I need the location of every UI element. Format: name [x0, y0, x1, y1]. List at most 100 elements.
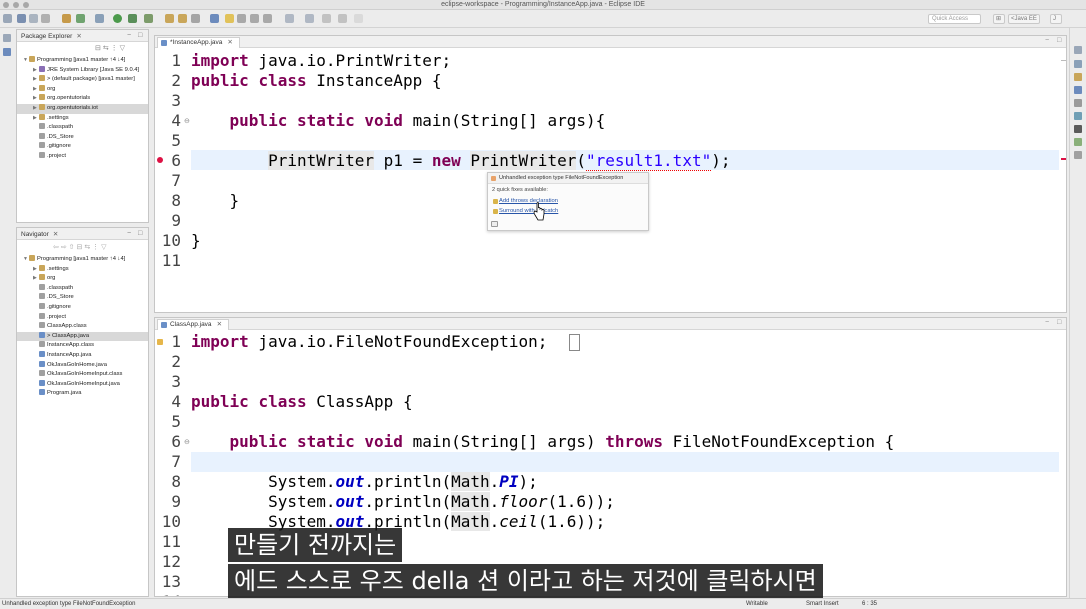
new-class-icon[interactable] [178, 14, 187, 23]
minimize-icon[interactable]: − [127, 230, 131, 237]
open-task-icon[interactable] [191, 14, 200, 23]
search-icon[interactable] [210, 14, 219, 23]
overview-mark[interactable] [1061, 60, 1066, 61]
tree-item[interactable]: ▼ Programming [java1 master ↑4 ↓4] [17, 56, 148, 66]
tree-item[interactable]: .DS_Store [17, 293, 148, 303]
tree-item[interactable]: InstanceApp.class [17, 341, 148, 351]
code-line[interactable]: import java.io.PrintWriter; [191, 51, 451, 71]
view-menu-icon[interactable]: ⋮ [92, 244, 99, 251]
fold-toggle-icon[interactable]: ⊖ [184, 438, 190, 446]
forward-icon[interactable]: ⇨ [61, 244, 67, 251]
tree-item[interactable]: InstanceApp.java [17, 351, 148, 361]
tree-item[interactable]: ClassApp.class [17, 322, 148, 332]
tree-item[interactable]: ▶ org.opentutorials [17, 94, 148, 104]
maximize-icon[interactable]: □ [138, 230, 142, 237]
open-perspective-button[interactable]: ⊞ [993, 14, 1005, 24]
add-throws-declaration-link[interactable]: Add throws declaration [499, 198, 558, 204]
code-line[interactable]: public class InstanceApp { [191, 71, 441, 91]
code-line[interactable]: System.out.println(Math.PI); [191, 472, 538, 492]
back-icon[interactable] [322, 14, 331, 23]
tree-item[interactable]: OkJavaGoInHomeInput.class [17, 370, 148, 380]
tree-item[interactable]: .gitignore [17, 303, 148, 313]
tree-item[interactable]: OkJavaGoInHomeInput.java [17, 379, 148, 390]
open-type-icon[interactable] [62, 14, 71, 23]
run-config-icon[interactable] [128, 14, 137, 23]
minimize-icon[interactable]: − [127, 32, 131, 39]
tree-item[interactable]: ▶ org [17, 274, 148, 284]
tree-item[interactable]: ▶ org.opentutorials.iot [17, 104, 148, 114]
tree-item[interactable]: ▼ Programming [java1 master ↑4 ↓4] [17, 255, 148, 265]
tree-item[interactable]: .classpath [17, 283, 148, 294]
back-icon[interactable]: ⇦ [53, 244, 59, 251]
progress-icon[interactable] [1074, 138, 1082, 146]
console-icon[interactable] [1074, 125, 1082, 133]
code-line[interactable]: System.out.println(Math.floor(1.6)); [191, 492, 615, 512]
tab-instanceapp-java[interactable]: *InstanceApp.java ✕ [157, 37, 240, 48]
view-menu-icon[interactable]: ⋮ [111, 45, 118, 52]
maximize-icon[interactable]: □ [1057, 37, 1061, 44]
outline-icon[interactable] [1074, 60, 1082, 68]
minimize-icon[interactable]: − [1045, 37, 1049, 44]
word-wrap-icon[interactable] [250, 14, 259, 23]
package-explorer-tab[interactable]: Package Explorer ✕ [21, 32, 82, 40]
tree-item[interactable]: ▶ .settings [17, 264, 148, 275]
close-icon[interactable]: ✕ [53, 231, 58, 238]
link-editor-icon[interactable]: ⇆ [103, 45, 109, 52]
toggle-mark-occurrences-icon[interactable] [225, 14, 234, 23]
code-line[interactable]: } [191, 231, 201, 251]
tree-item[interactable]: ▶ JRE System Library [Java SE 9.0.4] [17, 65, 148, 76]
surround-try-catch-link[interactable]: Surround with try/catch [499, 208, 558, 214]
block-selection-icon[interactable] [237, 14, 246, 23]
navigator-tab[interactable]: Navigator ✕ [21, 230, 58, 238]
minimize-icon[interactable]: − [1045, 319, 1049, 326]
close-icon[interactable]: ✕ [76, 33, 81, 40]
declaration-icon[interactable] [1074, 112, 1082, 120]
tab-classapp-java[interactable]: ClassApp.java ✕ [157, 319, 230, 330]
code-line[interactable]: import java.io.FileNotFoundException; [191, 332, 547, 352]
forward-icon[interactable] [338, 14, 347, 23]
fold-toggle-icon[interactable]: ⊖ [184, 117, 190, 125]
up-icon[interactable]: ⇧ [69, 244, 75, 251]
maximize-icon[interactable]: □ [138, 32, 142, 39]
restore-icon[interactable] [3, 34, 11, 42]
quick-fix-settings-icon[interactable] [491, 221, 498, 227]
restore-icon[interactable] [1074, 46, 1082, 54]
new-icon[interactable] [3, 14, 12, 23]
code-line[interactable]: public static void main(String[] args){ [191, 111, 606, 131]
java-perspective-button[interactable]: J [1050, 14, 1062, 24]
tree-item[interactable]: .classpath [17, 123, 148, 133]
tree-item[interactable]: .project [17, 312, 148, 323]
tree-item[interactable]: .DS_Store [17, 132, 148, 143]
save-icon[interactable] [17, 14, 26, 23]
code-line[interactable]: public class ClassApp { [191, 392, 413, 412]
collapse-all-icon[interactable]: ⊟ [95, 45, 101, 52]
outline-icon[interactable] [3, 48, 11, 56]
close-icon[interactable]: ✕ [217, 321, 222, 328]
view-menu-chevron-icon[interactable]: ▽ [101, 244, 106, 251]
debug-icon[interactable] [95, 14, 104, 23]
next-annotation-icon[interactable] [285, 14, 294, 23]
run-icon[interactable] [113, 14, 122, 23]
tree-item[interactable]: ▶ .settings [17, 113, 148, 124]
link-editor-icon[interactable]: ⇆ [84, 244, 90, 251]
git-icon[interactable] [76, 14, 85, 23]
view-menu-chevron-icon[interactable]: ▽ [120, 45, 125, 52]
tree-item[interactable]: .project [17, 152, 148, 162]
close-icon[interactable]: ✕ [227, 39, 232, 46]
tree-item[interactable]: > ClassApp.java [17, 331, 148, 342]
pin-icon[interactable] [354, 14, 363, 23]
external-tools-icon[interactable] [144, 14, 153, 23]
print-icon[interactable] [41, 14, 50, 23]
problems-icon[interactable] [1074, 86, 1082, 94]
servers-icon[interactable] [1074, 151, 1082, 159]
tree-item[interactable]: OkJavaGoInHome.java [17, 360, 148, 371]
java-ee-perspective-button[interactable]: <Java EE [1008, 14, 1040, 24]
tree-item[interactable]: Program.java [17, 389, 148, 399]
tree-item[interactable]: ▶ org [17, 84, 148, 95]
task-list-icon[interactable] [1074, 73, 1082, 81]
code-line[interactable]: PrintWriter p1 = new PrintWriter("result… [191, 151, 730, 171]
new-package-icon[interactable] [165, 14, 174, 23]
tree-item[interactable]: .gitignore [17, 142, 148, 152]
tree-item[interactable]: ▶ > (default package) [java1 master] [17, 75, 148, 85]
code-line[interactable]: } [191, 191, 240, 211]
